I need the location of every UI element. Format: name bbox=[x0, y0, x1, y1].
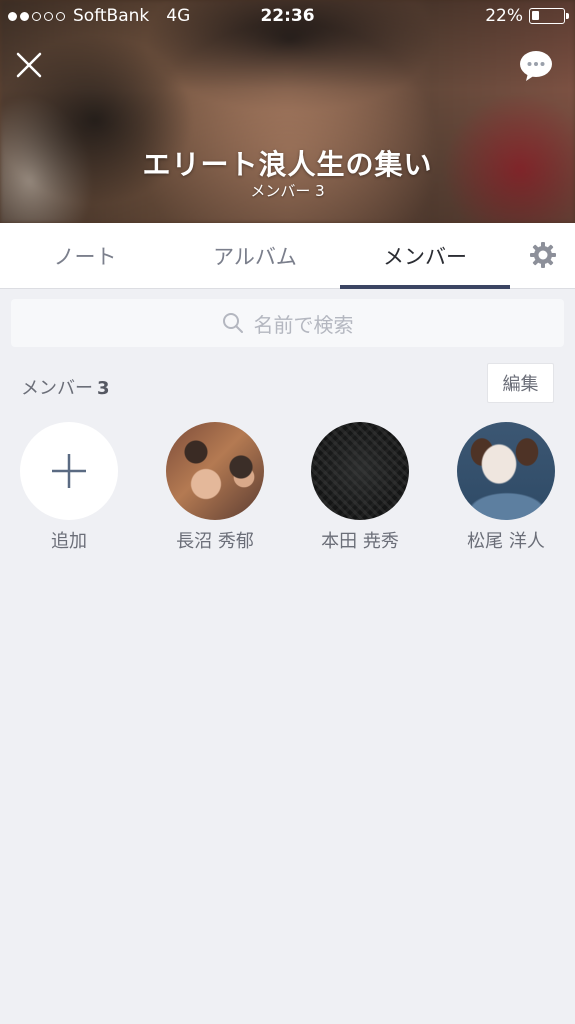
group-name: エリート浪人生の集い bbox=[142, 148, 433, 181]
add-member-button[interactable]: 追加 bbox=[9, 422, 129, 553]
status-bar: SoftBank 4G 22:36 22% bbox=[0, 0, 575, 32]
tab-note[interactable]: ノート bbox=[0, 223, 170, 289]
avatar[interactable] bbox=[311, 422, 409, 520]
tab-member[interactable]: メンバー bbox=[340, 223, 510, 289]
edit-button[interactable]: 編集 bbox=[487, 363, 554, 403]
search-placeholder: 名前で検索 bbox=[253, 312, 354, 337]
close-icon[interactable] bbox=[14, 50, 44, 80]
chat-bubble-icon[interactable] bbox=[519, 50, 553, 82]
member-item[interactable]: 松尾 洋人 bbox=[446, 422, 566, 553]
member-name: 長沼 秀郁 bbox=[176, 531, 254, 552]
search-icon bbox=[222, 313, 243, 333]
group-header: SoftBank 4G 22:36 22% エリート浪人生の集い メンバー 3 bbox=[0, 0, 575, 223]
member-item[interactable]: 本田 尭秀 bbox=[300, 422, 420, 553]
battery-icon bbox=[529, 8, 569, 24]
member-name: 本田 尭秀 bbox=[321, 531, 399, 552]
avatar[interactable] bbox=[166, 422, 264, 520]
member-item[interactable]: 長沼 秀郁 bbox=[155, 422, 275, 553]
tab-album[interactable]: アルバム bbox=[170, 223, 340, 289]
group-member-count: メンバー 3 bbox=[250, 182, 325, 200]
members-section-title: メンバー 3 bbox=[21, 378, 110, 399]
search-input[interactable]: 名前で検索 bbox=[11, 299, 564, 347]
battery-percent: 22% bbox=[485, 6, 523, 26]
member-name: 松尾 洋人 bbox=[467, 531, 545, 552]
plus-icon bbox=[52, 454, 86, 488]
member-name: 追加 bbox=[51, 531, 87, 552]
avatar[interactable] bbox=[20, 422, 118, 520]
gear-icon[interactable] bbox=[529, 241, 557, 269]
tab-bar: ノート アルバム メンバー bbox=[0, 223, 575, 289]
avatar[interactable] bbox=[457, 422, 555, 520]
members-count: 3 bbox=[97, 378, 110, 399]
